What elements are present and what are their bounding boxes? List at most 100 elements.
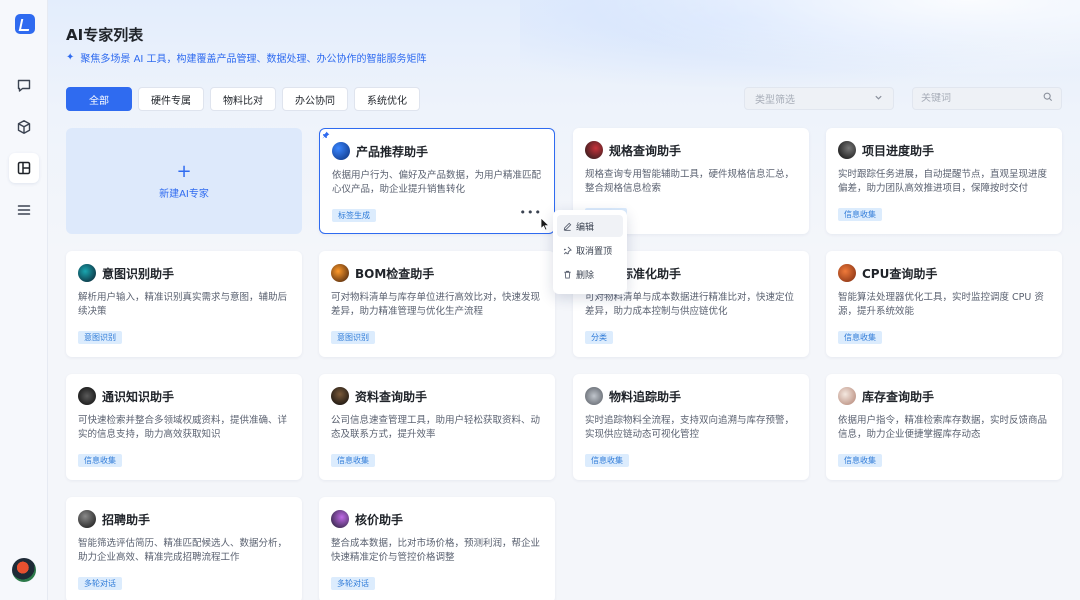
expert-description: 智能筛选评估简历、精准匹配候选人、数据分析，助力企业高效、精准完成招聘流程工作 [78,538,288,563]
expert-name: 库存查询助手 [862,389,935,404]
expert-name: 产品推荐助手 [356,144,429,159]
expert-name: 招聘助手 [102,512,151,527]
main-content: AI专家列表 ✦ 聚焦多场景 AI 工具，构建覆盖产品管理、数据处理、办公协作的… [48,0,1080,600]
expert-description: 依据用户指令，精准检索库存数据，实时反馈商品信息，助力企业便捷掌握库存动态 [838,415,1048,440]
expert-card[interactable]: 库存查询助手 依据用户指令，精准检索库存数据，实时反馈商品信息，助力企业便捷掌握… [826,374,1062,480]
menu-item-edit[interactable]: 编辑 [557,215,623,237]
expert-tag: 多轮对话 [78,577,122,590]
chat-icon[interactable] [9,70,39,100]
expert-name: 物料追踪助手 [609,389,682,404]
menu-item-label: 取消置顶 [576,246,613,257]
expert-card[interactable]: 项目进度助手 实时跟踪任务进展，自动提醒节点，直观呈现进度偏差，助力团队高效推进… [826,128,1062,234]
expert-description: 智能算法处理器优化工具，实时监控调度 CPU 资源，提升系统效能 [838,292,1044,317]
expert-avatar-icon [78,387,96,405]
expert-avatar-icon [332,142,350,160]
expert-tag: 分类 [585,331,613,344]
edit-icon [563,222,572,231]
tab-material-compare[interactable]: 物料比对 [210,87,276,111]
expert-card[interactable]: 意图识别助手 解析用户输入，精准识别真实需求与意图，辅助后续决策 意图识别 [66,251,302,357]
category-tabs: 全部 硬件专属 物料比对 办公协同 系统优化 [66,87,420,111]
expert-tag: 信息收集 [331,454,375,467]
tab-system[interactable]: 系统优化 [354,87,420,111]
sparkle-icon: ✦ [66,52,75,63]
expert-name: 通识知识助手 [102,389,175,404]
chevron-down-icon [874,93,883,105]
expert-name: CPU查询助手 [862,266,938,281]
expert-name: 核价助手 [355,512,404,527]
expert-name: 规格查询助手 [609,143,682,158]
expert-card[interactable]: 资料查询助手 公司信息速查管理工具，助用户轻松获取资料、动态及联系方式，提升效率… [319,374,555,480]
expert-name: 意图识别助手 [102,266,175,281]
tab-hardware[interactable]: 硬件专属 [138,87,204,111]
expert-avatar-icon [585,141,603,159]
expert-card[interactable]: 招聘助手 智能筛选评估简历、精准匹配候选人、数据分析，助力企业高效、精准完成招聘… [66,497,302,600]
expert-card[interactable]: CPU查询助手 智能算法处理器优化工具，实时监控调度 CPU 资源，提升系统效能… [826,251,1062,357]
expert-card[interactable]: 通识知识助手 可快速检索并整合多领域权威资料，提供准确、详实的信息支持，助力高效… [66,374,302,480]
expert-description: 可快速检索并整合多领域权威资料，提供准确、详实的信息支持，助力高效获取知识 [78,415,288,440]
trash-icon [564,270,571,279]
search-input[interactable] [921,93,1031,104]
type-filter-placeholder: 类型筛选 [755,95,795,106]
new-expert-label: 新建AI专家 [159,188,209,200]
new-expert-card[interactable]: + 新建AI专家 [66,128,302,234]
card-context-menu: 编辑 取消置顶 删除 [553,210,627,294]
search-box [912,87,1062,110]
expert-tag: 标签生成 [332,209,376,222]
expert-tag: 多轮对话 [331,577,375,590]
expert-name: BOM检查助手 [355,266,435,281]
menu-item-unpin[interactable]: 取消置顶 [557,239,623,261]
expert-tag: 信息收集 [838,454,882,467]
menu-item-label: 删除 [576,270,595,281]
expert-description: 实时跟踪任务进展，自动提醒节点，直观呈现进度偏差，助力团队高效推进项目，保障按时… [838,169,1048,194]
subtitle-text: 聚焦多场景 AI 工具，构建覆盖产品管理、数据处理、办公协作的智能服务矩阵 [80,54,427,65]
expert-card[interactable]: 物料追踪助手 实时追踪物料全流程，支持双向追溯与库存预警，实现供应链动态可视化管… [573,374,809,480]
search-icon[interactable] [1043,92,1053,105]
page-subtitle: ✦ 聚焦多场景 AI 工具，构建覆盖产品管理、数据处理、办公协作的智能服务矩阵 [66,50,427,65]
expert-card[interactable]: 产品推荐助手 依据用户行为、偏好及产品数据，为用户精准匹配心仪产品，助企业提升销… [319,128,555,234]
expert-name: 资料查询助手 [355,389,428,404]
expert-description: 依据用户行为、偏好及产品数据，为用户精准匹配心仪产品，助企业提升销售转化 [332,170,542,195]
expert-avatar-icon [78,264,96,282]
unpin-icon [563,246,572,254]
expert-avatar-icon [838,264,856,282]
menu-icon[interactable] [9,195,39,225]
expert-avatar-icon [585,387,603,405]
expert-card[interactable]: BOM检查助手 可对物料清单与库存单位进行高效比对，快速发现差异，助力精准管理与… [319,251,555,357]
expert-tag: 信息收集 [585,454,629,467]
avatar[interactable] [12,558,36,582]
page-title: AI专家列表 [66,26,144,44]
expert-avatar-icon [331,387,349,405]
more-options-icon[interactable]: ••• [520,207,542,218]
tab-all[interactable]: 全部 [66,87,132,111]
plus-icon: + [176,160,192,182]
expert-name: 项目进度助手 [862,143,935,158]
expert-tag: 信息收集 [838,208,882,221]
menu-item-delete[interactable]: 删除 [557,263,623,285]
expert-tag: 信息收集 [838,331,882,344]
expert-tag: 意图识别 [331,331,375,344]
expert-tag: 意图识别 [78,331,122,344]
expert-tag: 信息收集 [78,454,122,467]
pin-icon [322,131,330,139]
expert-description: 解析用户输入，精准识别真实需求与意图，辅助后续决策 [78,292,288,317]
menu-item-label: 编辑 [576,222,595,233]
sidebar [0,0,48,600]
expert-avatar-icon [838,141,856,159]
expert-avatar-icon [838,387,856,405]
expert-card[interactable]: 核价助手 整合成本数据，比对市场价格，预测利润，帮企业快速精准定价与管控价格调整… [319,497,555,600]
tab-office[interactable]: 办公协同 [282,87,348,111]
expert-description: 可对物料清单与成本数据进行精准比对，快速定位差异，助力成本控制与供应链优化 [585,292,795,317]
cube-icon[interactable] [9,112,39,142]
expert-description: 公司信息速查管理工具，助用户轻松获取资料、动态及联系方式，提升效率 [331,415,541,440]
expert-description: 规格查询专用智能辅助工具，硬件规格信息汇总，整合规格信息检索 [585,169,795,194]
header-decoration [520,0,1080,90]
expert-avatar-icon [331,264,349,282]
type-filter-select[interactable]: 类型筛选 [744,87,894,110]
expert-description: 可对物料清单与库存单位进行高效比对，快速发现差异，助力精准管理与优化生产流程 [331,292,541,317]
expert-avatar-icon [331,510,349,528]
mouse-cursor-icon [540,217,550,231]
layout-icon[interactable] [9,153,39,183]
expert-description: 整合成本数据，比对市场价格，预测利润，帮企业快速精准定价与管控价格调整 [331,538,541,563]
expert-description: 实时追踪物料全流程，支持双向追溯与库存预警，实现供应链动态可视化管控 [585,415,795,440]
app-logo[interactable] [15,14,35,34]
